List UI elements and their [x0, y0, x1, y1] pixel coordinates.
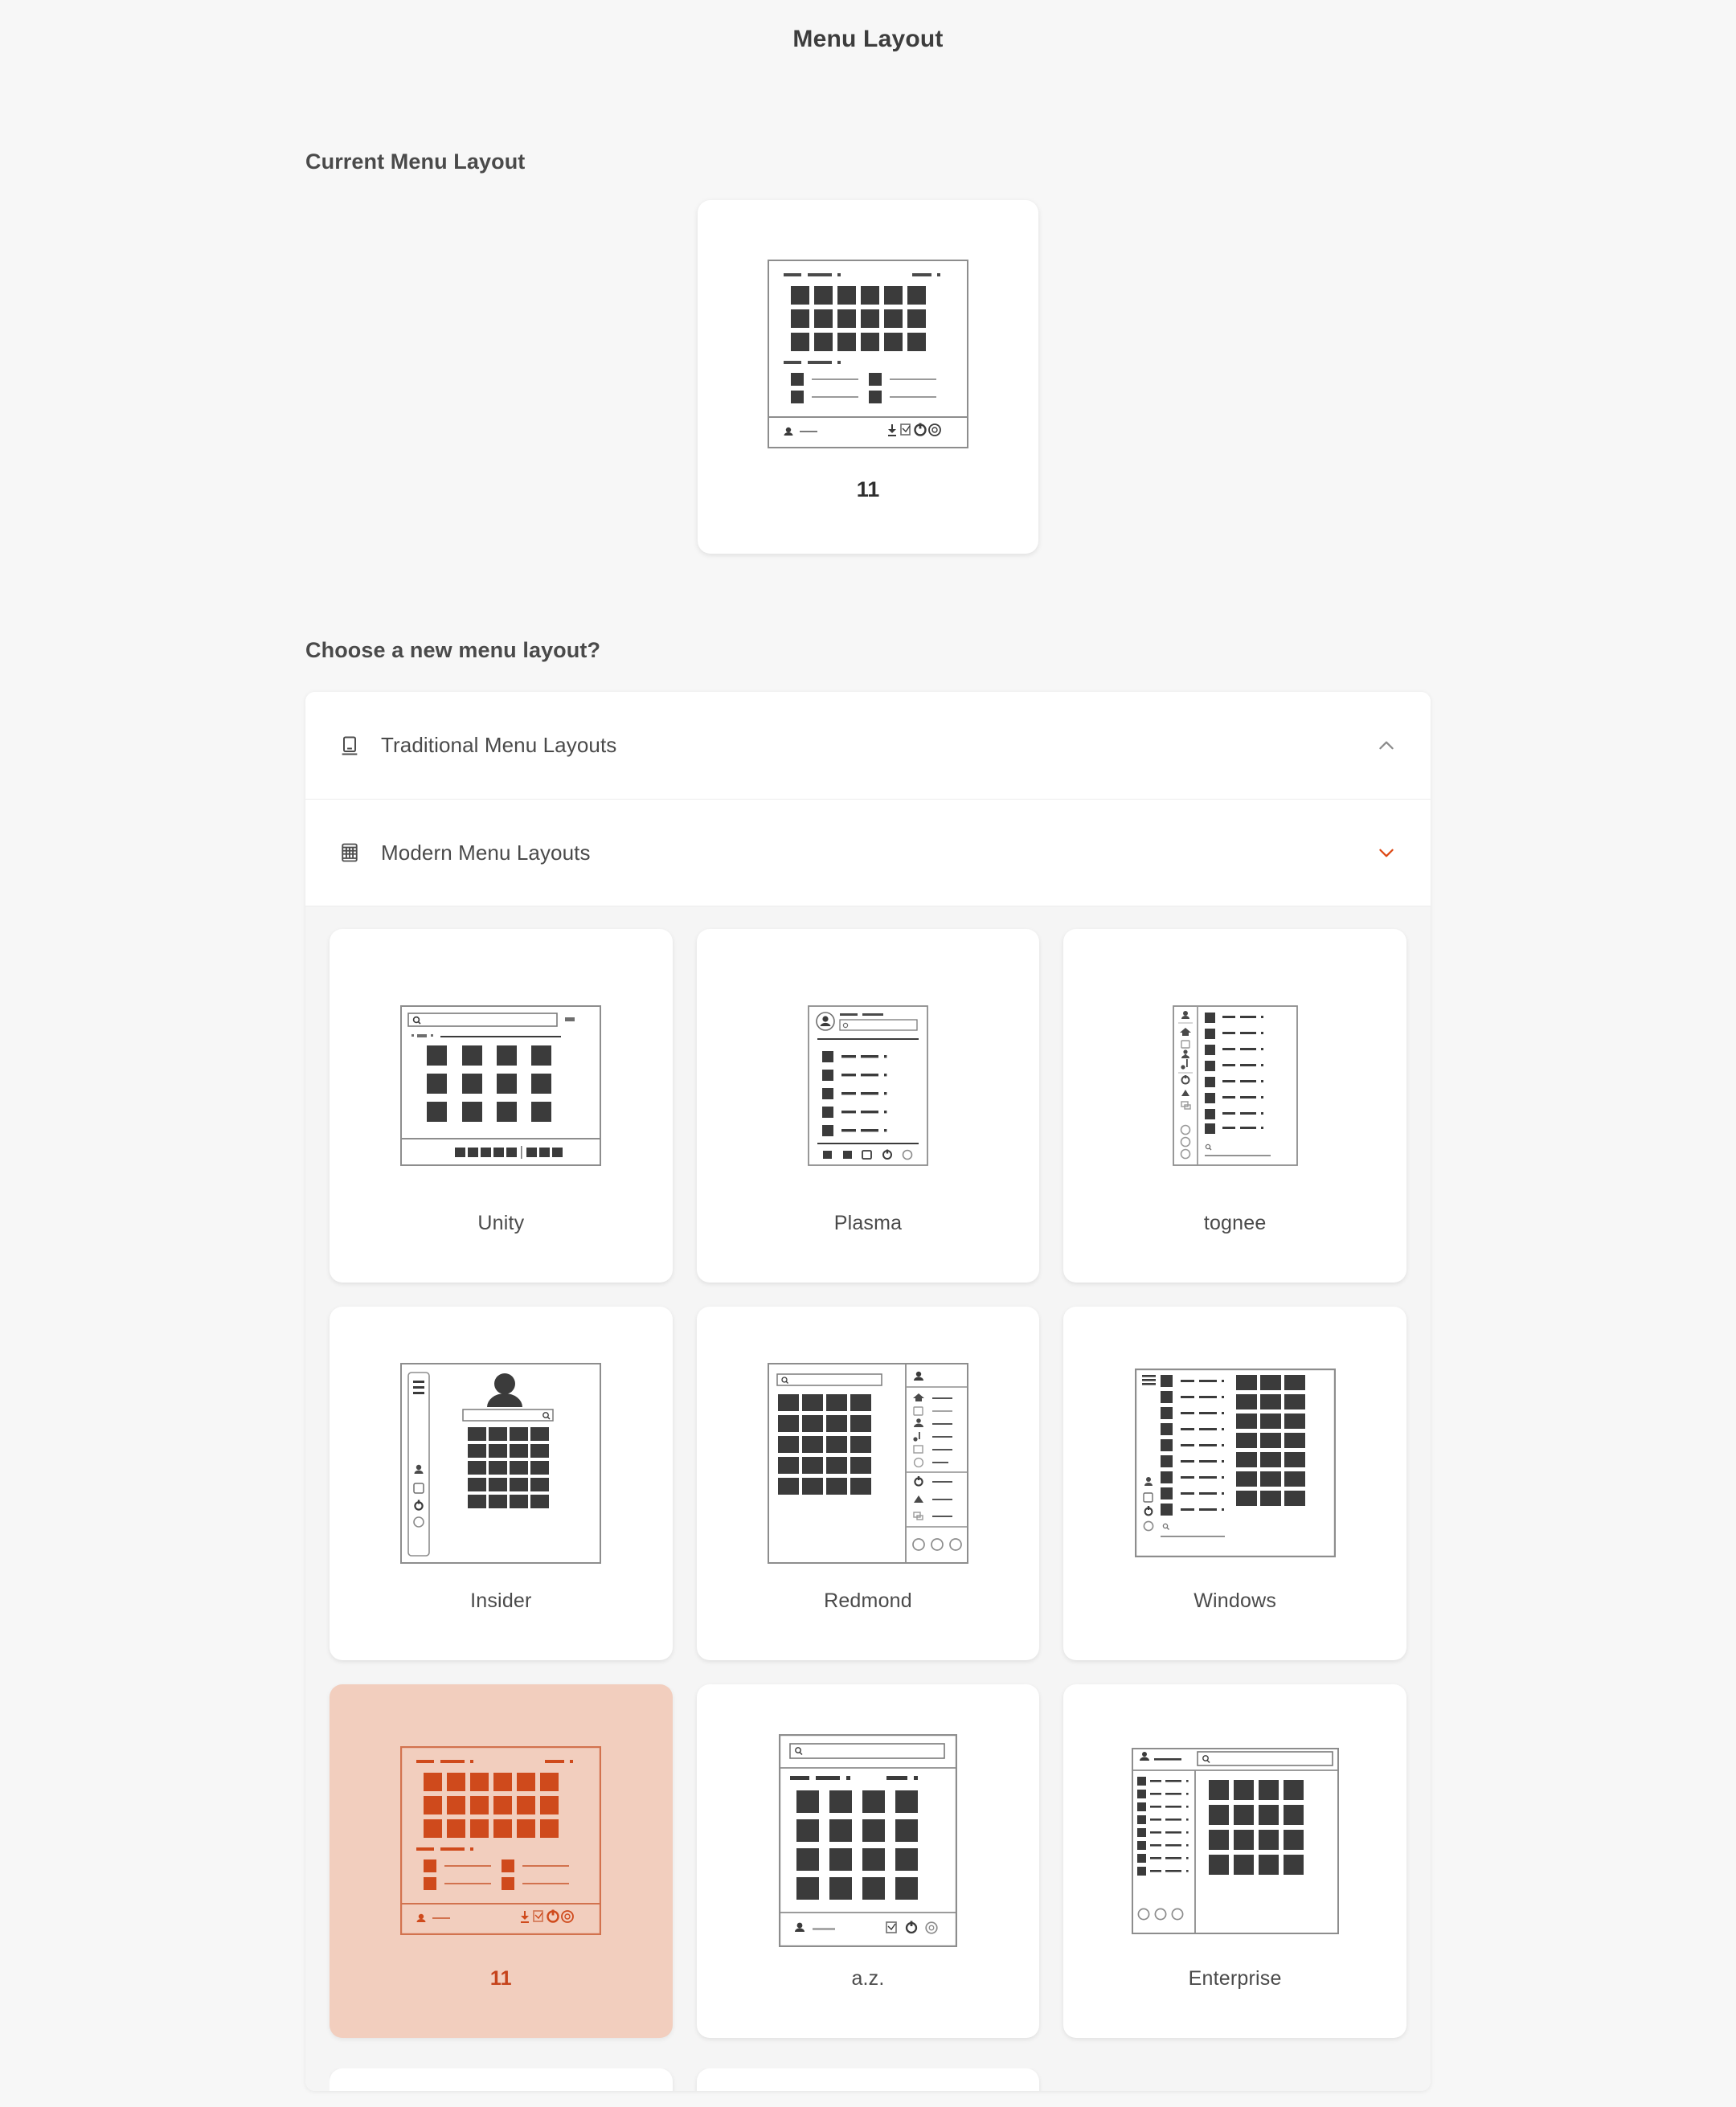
current-layout-row: 11	[305, 200, 1431, 554]
current-layout-heading: Current Menu Layout	[305, 149, 526, 174]
preview-thumbnail-enterprise	[1127, 1733, 1344, 1949]
layout-name-enterprise: Enterprise	[1188, 1966, 1282, 1990]
layout-name-az: a.z.	[851, 1966, 885, 1990]
layout-card-next-2[interactable]	[696, 2068, 1040, 2091]
layout-card-next-1[interactable]	[330, 2068, 673, 2091]
choose-layout-heading: Choose a new menu layout?	[305, 638, 601, 662]
layout-card-unity[interactable]: Unity	[330, 929, 673, 1283]
grid-device-icon	[336, 839, 363, 866]
layout-card-redmond[interactable]: Redmond	[696, 1307, 1040, 1660]
layout-accordion: Traditional Menu Layouts Modern Menu Lay…	[305, 692, 1431, 2091]
page-title: Menu Layout	[792, 26, 944, 52]
current-layout-card[interactable]: 11	[698, 200, 1038, 554]
preview-thumbnail-windows	[1127, 1355, 1344, 1572]
windows-preview-svg	[1134, 1369, 1336, 1557]
layout-name-unity: Unity	[477, 1211, 525, 1234]
unity-preview-svg	[400, 1004, 602, 1166]
preview-thumbnail-insider	[392, 1355, 609, 1572]
preview-thumbnail-unity	[392, 977, 609, 1194]
modern-layouts-body: Unity Plasma tognee Insider Redmond Wind…	[305, 906, 1431, 2091]
layout-name-plasma: Plasma	[833, 1211, 903, 1234]
layout-card-plasma[interactable]: Plasma	[696, 929, 1040, 1283]
accordion-header-traditional[interactable]: Traditional Menu Layouts	[305, 692, 1431, 799]
tognee-preview-svg	[1172, 1004, 1298, 1166]
preview-thumbnail-az	[760, 1733, 976, 1949]
layout-11-option-preview-svg	[400, 1746, 602, 1935]
modern-layouts-grid: Unity Plasma tognee Insider Redmond Wind…	[330, 929, 1406, 2044]
layout-card-tognee[interactable]: tognee	[1063, 929, 1406, 1283]
plasma-preview-svg	[808, 1004, 928, 1166]
preview-thumbnail-tognee	[1127, 977, 1344, 1194]
accordion-label-modern: Modern Menu Layouts	[381, 840, 591, 865]
insider-preview-svg	[400, 1362, 602, 1564]
preview-thumbnail-layout-11	[760, 252, 976, 456]
layout-card-az[interactable]: a.z.	[696, 1684, 1040, 2038]
layout-name-tognee: tognee	[1203, 1211, 1267, 1234]
az-preview-svg	[778, 1734, 957, 1947]
layout-name-insider: Insider	[470, 1589, 532, 1612]
preview-thumbnail-plasma	[760, 977, 976, 1194]
layout-card-windows[interactable]: Windows	[1063, 1307, 1406, 1660]
accordion-header-modern[interactable]: Modern Menu Layouts	[305, 799, 1431, 906]
content-wrapper: Current Menu Layout 11 Choose a new menu…	[305, 149, 1431, 2091]
preview-thumbnail-redmond	[760, 1355, 976, 1572]
laptop-icon	[336, 732, 363, 759]
current-layout-name: 11	[856, 477, 880, 501]
layout-name-11: 11	[489, 1966, 512, 1990]
enterprise-preview-svg	[1131, 1747, 1339, 1934]
layout-11-preview-svg	[768, 260, 968, 448]
layout-name-redmond: Redmond	[824, 1589, 912, 1612]
preview-thumbnail-layout-11-option	[392, 1733, 609, 1949]
layout-card-11[interactable]: 11	[330, 1684, 673, 2038]
chevron-down-icon[interactable]	[1373, 839, 1400, 866]
accordion-label-traditional: Traditional Menu Layouts	[381, 733, 617, 757]
layout-card-insider[interactable]: Insider	[330, 1307, 673, 1660]
layout-card-enterprise[interactable]: Enterprise	[1063, 1684, 1406, 2038]
modern-layouts-next-row-partial	[330, 2068, 1406, 2091]
chevron-up-icon[interactable]	[1373, 732, 1400, 759]
redmond-preview-svg	[767, 1362, 968, 1564]
layout-name-windows: Windows	[1194, 1589, 1277, 1612]
